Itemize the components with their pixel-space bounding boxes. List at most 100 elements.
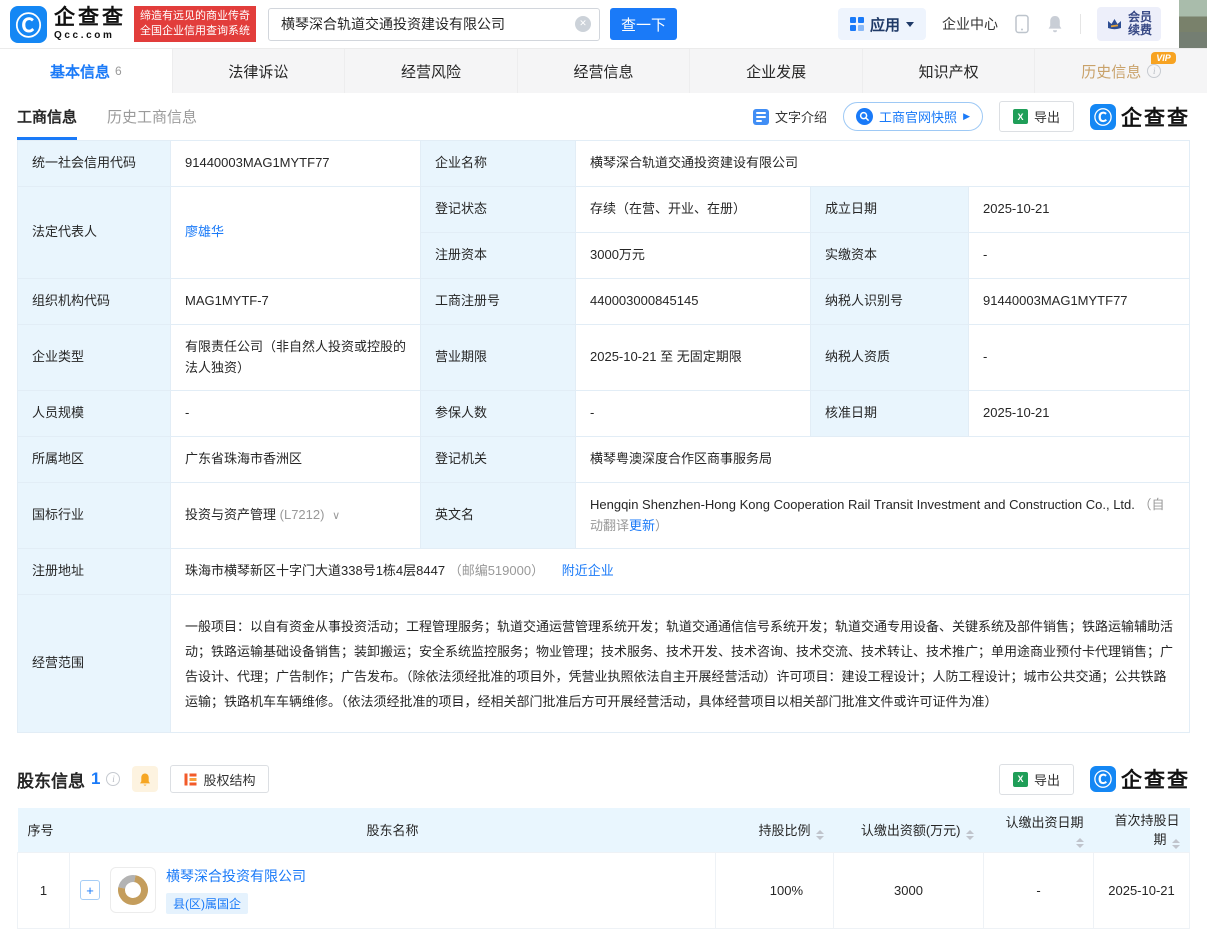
text-intro-button[interactable]: 文字介绍 — [753, 107, 827, 126]
col-shareholder-name: 股东名称 — [70, 808, 716, 852]
paid-capital-label: 实缴资本 — [811, 233, 969, 279]
search-area: ✕ — [268, 8, 600, 41]
tab-operation-risk[interactable]: 经营风险 — [345, 49, 518, 93]
sort-icon — [1172, 839, 1180, 849]
tab-label: 法律诉讼 — [228, 61, 288, 82]
notifications-button[interactable] — [1046, 14, 1064, 34]
status-value: 存续（在营、开业、在册） — [576, 187, 811, 233]
authority-value: 横琴粤澳深度合作区商事服务局 — [576, 437, 1190, 483]
export-button[interactable]: X 导出 — [999, 101, 1074, 132]
shareholders-section: 股东信息 1 i 股权结构 — [17, 764, 1190, 929]
address-text: 珠海市横琴新区十字门大道338号1栋4层8447 — [185, 563, 445, 578]
tab-label: 基本信息 — [50, 61, 110, 82]
monitor-bell-button[interactable] — [132, 766, 158, 792]
col-first-date[interactable]: 首次持股日期 — [1094, 808, 1190, 852]
subtab-business-info[interactable]: 工商信息 — [17, 93, 77, 140]
search-input[interactable] — [268, 8, 600, 41]
tab-history-info[interactable]: VIP 历史信息 i — [1035, 49, 1207, 93]
member-renew-button[interactable]: 会员 续费 — [1097, 7, 1161, 41]
legal-rep-value: 廖雄华 — [171, 187, 421, 279]
credit-code-value: 91440003MAG1MYTF77 — [171, 141, 421, 187]
col-date[interactable]: 认缴出资日期 — [984, 808, 1094, 852]
company-type-value: 有限责任公司（非自然人投资或控股的法人独资） — [171, 325, 421, 391]
avatar[interactable] — [1179, 0, 1207, 48]
main-content: 工商信息 历史工商信息 文字介绍 工商官网快照 ▶ X 导出 — [0, 93, 1207, 929]
official-snapshot-button[interactable]: 工商官网快照 ▶ — [843, 102, 983, 131]
company-info-table: 统一社会信用代码 91440003MAG1MYTF77 企业名称 横琴深合轨道交… — [17, 140, 1190, 733]
company-logo — [110, 867, 156, 913]
approved-date-value: 2025-10-21 — [969, 391, 1190, 437]
en-name-note-close: ） — [655, 518, 668, 533]
staff-size-value: - — [171, 391, 421, 437]
export-button[interactable]: X 导出 — [999, 764, 1074, 795]
apps-grid-icon — [850, 17, 864, 31]
excel-icon: X — [1013, 772, 1028, 787]
scope-label: 经营范围 — [18, 595, 171, 733]
reg-no-value: 440003000845145 — [576, 279, 811, 325]
shareholder-row: 1 + 横琴深合投资有限公司 县(区)属国企 100% — [18, 852, 1190, 928]
taxpayer-qual-label: 纳税人资质 — [811, 325, 969, 391]
text-intro-label: 文字介绍 — [775, 107, 827, 126]
state-owned-tag[interactable]: 县(区)属国企 — [166, 893, 248, 914]
industry-label: 国标行业 — [18, 483, 171, 549]
en-name-update-link[interactable]: 更新 — [629, 518, 655, 533]
info-icon: i — [1147, 64, 1161, 78]
col-ratio[interactable]: 持股比例 — [716, 808, 834, 852]
legal-rep-link[interactable]: 廖雄华 — [185, 224, 224, 239]
reg-no-label: 工商注册号 — [421, 279, 576, 325]
tab-operation-info[interactable]: 经营信息 — [518, 49, 691, 93]
address-postcode: （邮编519000） — [449, 563, 544, 578]
sub-toolbar: 工商信息 历史工商信息 文字介绍 工商官网快照 ▶ X 导出 — [17, 93, 1190, 140]
company-name-label: 企业名称 — [421, 141, 576, 187]
tab-legal-litigation[interactable]: 法律诉讼 — [173, 49, 346, 93]
export-label: 导出 — [1034, 107, 1060, 126]
row-index: 1 — [18, 852, 70, 928]
shareholder-company-link[interactable]: 横琴深合投资有限公司 — [166, 868, 306, 884]
region-label: 所属地区 — [18, 437, 171, 483]
tab-company-development[interactable]: 企业发展 — [690, 49, 863, 93]
est-date-value: 2025-10-21 — [969, 187, 1190, 233]
equity-structure-button[interactable]: 股权结构 — [170, 765, 269, 793]
en-name-value: Hengqin Shenzhen-Hong Kong Cooperation R… — [576, 483, 1190, 549]
en-name-text: Hengqin Shenzhen-Hong Kong Cooperation R… — [590, 497, 1135, 512]
sort-icon — [816, 830, 824, 840]
est-date-label: 成立日期 — [811, 187, 969, 233]
tab-label: 历史信息 — [1081, 61, 1141, 82]
term-value: 2025-10-21 至 无固定期限 — [576, 325, 811, 391]
org-code-value: MAG1MYTF-7 — [171, 279, 421, 325]
expand-button[interactable]: + — [80, 880, 100, 900]
top-right-nav: 应用 企业中心 — [838, 0, 1207, 48]
enterprise-center-link[interactable]: 企业中心 — [942, 14, 998, 34]
equity-structure-label: 股权结构 — [203, 770, 255, 789]
shareholders-header-right: X 导出 Ⓒ 企查查 — [999, 764, 1190, 795]
clear-icon[interactable]: ✕ — [575, 16, 591, 32]
apps-menu-button[interactable]: 应用 — [838, 8, 926, 40]
mobile-app-button[interactable] — [1014, 14, 1030, 34]
qcc-watermark-text: 企查查 — [1121, 764, 1190, 794]
region-value: 广东省珠海市香洲区 — [171, 437, 421, 483]
snapshot-search-icon — [856, 108, 873, 125]
brand-text[interactable]: 企查查 Qcc.com — [54, 7, 126, 41]
page: Ⓒ 企查查 Qcc.com 缔造有远见的商业传奇 全国企业信用查询系统 ✕ 查一… — [0, 0, 1207, 931]
insured-value: - — [576, 391, 811, 437]
tab-basic-info[interactable]: 基本信息 6 — [0, 49, 173, 93]
nearby-companies-link[interactable]: 附近企业 — [562, 563, 614, 578]
qcc-watermark-icon: Ⓒ — [1090, 766, 1116, 792]
qcc-logo-icon[interactable]: Ⓒ — [10, 6, 47, 43]
member-line2: 续费 — [1128, 24, 1152, 37]
sort-icon — [966, 830, 974, 840]
paid-capital-value: - — [969, 233, 1190, 279]
excel-icon: X — [1013, 109, 1028, 124]
tab-intellectual-property[interactable]: 知识产权 — [863, 49, 1036, 93]
col-amount[interactable]: 认缴出资额(万元) — [834, 808, 984, 852]
qcc-watermark-icon: Ⓒ — [1090, 104, 1116, 130]
subtab-history-business-info[interactable]: 历史工商信息 — [107, 106, 197, 127]
search-button[interactable]: 查一下 — [610, 8, 677, 40]
shareholder-cell: + 横琴深合投资有限公司 县(区)属国企 — [70, 852, 716, 928]
industry-chevron-icon[interactable]: ∨ — [332, 510, 340, 522]
sort-icon — [1076, 838, 1084, 848]
industry-value: 投资与资产管理 (L7212) ∨ — [171, 483, 421, 549]
qcc-watermark: Ⓒ 企查查 — [1090, 102, 1190, 132]
chevron-down-icon — [906, 22, 914, 27]
export-label: 导出 — [1034, 770, 1060, 789]
